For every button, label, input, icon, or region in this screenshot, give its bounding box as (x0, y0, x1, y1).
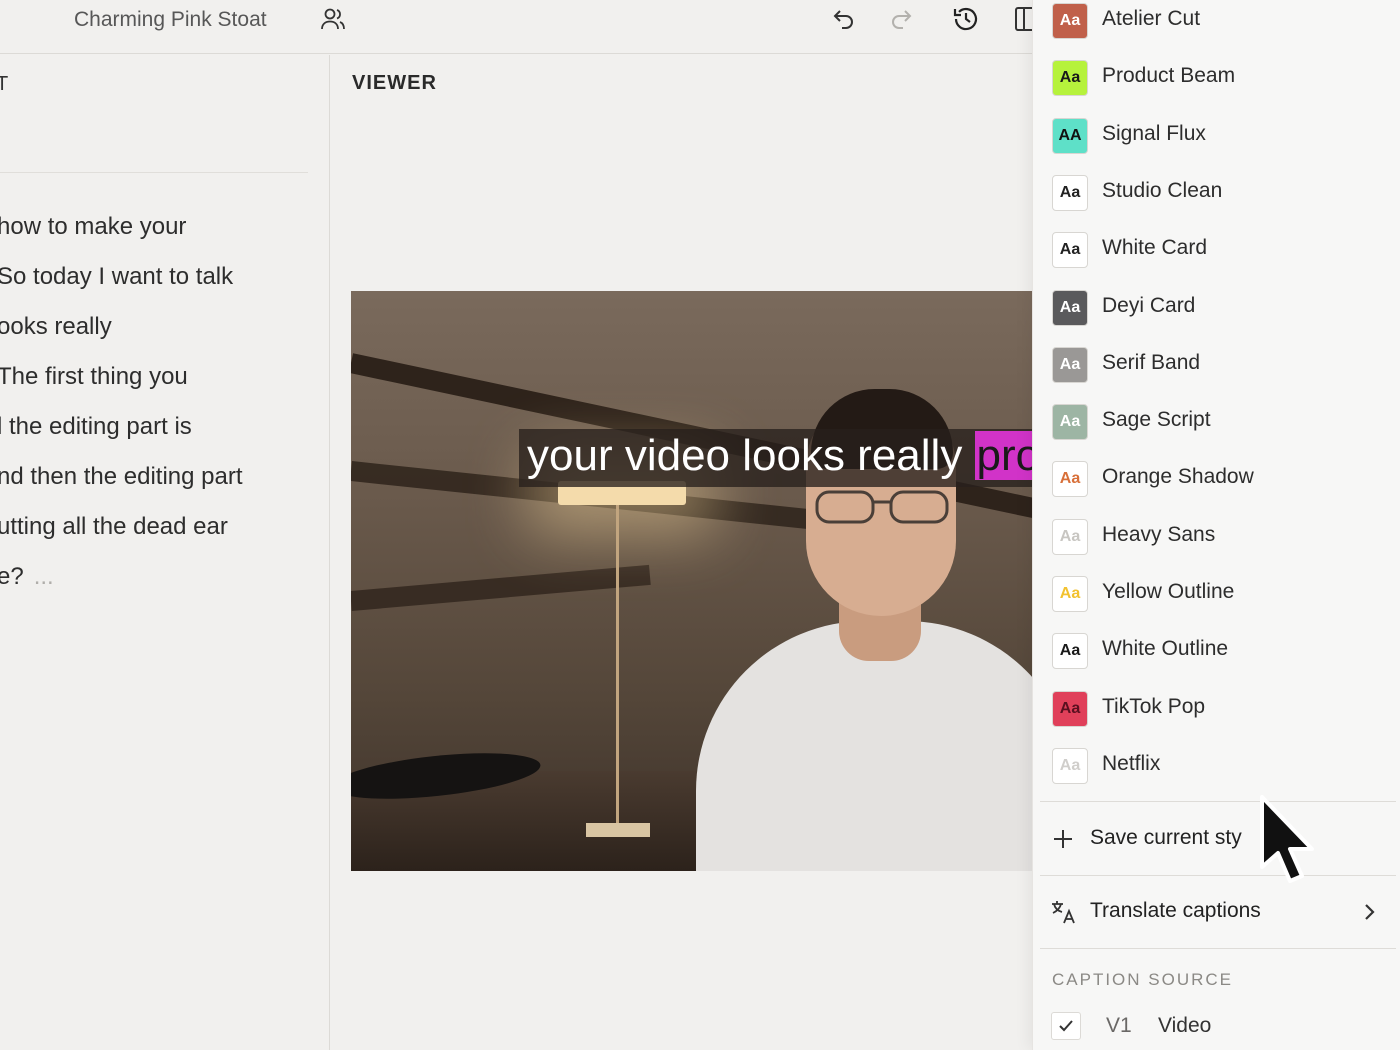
style-name: Sage Script (1102, 408, 1211, 432)
style-option[interactable]: Aa Heavy Sans (1033, 517, 1400, 573)
save-style-label: Save current sty (1090, 826, 1242, 849)
style-swatch-icon: Aa (1052, 404, 1088, 441)
style-name: Product Beam (1102, 64, 1236, 88)
style-swatch-icon: Aa (1052, 690, 1088, 727)
save-style-button[interactable]: Save current sty (1032, 814, 1400, 864)
style-swatch-icon: Aa (1052, 747, 1088, 784)
style-swatch-icon: Aa (1052, 60, 1088, 97)
script-line[interactable]: ooks really (0, 313, 112, 341)
style-option[interactable]: Aa Product Beam (1033, 58, 1400, 114)
lamp-pole (616, 505, 619, 835)
source-name: Video (1158, 1014, 1212, 1037)
redo-icon[interactable] (889, 7, 913, 31)
translate-icon (1050, 899, 1076, 925)
viewer-title: VIEWER (352, 72, 437, 94)
style-name: Netflix (1102, 751, 1161, 775)
caption-source-option[interactable]: V1 Video (1032, 1008, 1400, 1048)
style-option[interactable]: Aa TikTok Pop (1033, 689, 1400, 745)
caption-source-label: CAPTION SOURCE (1052, 970, 1234, 989)
style-name: Serif Band (1102, 350, 1201, 374)
style-swatch-icon: Aa (1052, 461, 1088, 498)
style-name: Studio Clean (1102, 178, 1223, 202)
style-swatch-icon: Aa (1052, 289, 1088, 326)
script-line[interactable]: how to make your (0, 213, 186, 241)
style-name: Orange Shadow (1102, 465, 1254, 489)
checkbox[interactable] (1051, 1012, 1081, 1040)
style-swatch-icon: Aa (1052, 232, 1088, 269)
style-swatch-icon: AA (1052, 117, 1088, 154)
style-option[interactable]: Aa Orange Shadow (1033, 459, 1400, 515)
source-track: V1 (1106, 1014, 1132, 1037)
style-option[interactable]: Aa Serif Band (1033, 345, 1400, 401)
style-name: Signal Flux (1102, 121, 1206, 145)
users-icon[interactable] (320, 7, 346, 31)
more-indicator: ... (33, 563, 54, 590)
style-swatch-icon: Aa (1052, 346, 1088, 383)
script-line-text: e? (0, 563, 24, 590)
style-name: Atelier Cut (1102, 7, 1201, 30)
script-line[interactable]: l the editing part is (0, 413, 192, 441)
style-swatch-icon: Aa (1052, 576, 1088, 612)
caption-words: your video looks really (527, 431, 975, 480)
script-panel: T how to make your So today I want to ta… (0, 55, 330, 1050)
plus-icon (1052, 828, 1074, 850)
style-option[interactable]: Aa Studio Clean (1033, 173, 1400, 229)
script-line[interactable]: The first thing you (0, 363, 188, 391)
caption-highlight: pro (974, 431, 1033, 480)
script-panel-header: T (0, 73, 10, 95)
mouse-cursor-icon (1260, 795, 1314, 883)
style-option[interactable]: Aa Sage Script (1033, 402, 1400, 458)
style-swatch-icon: Aa (1052, 174, 1088, 211)
menu-separator (1040, 948, 1396, 949)
style-name: White Outline (1102, 637, 1229, 661)
menu-separator (1040, 801, 1396, 802)
style-option[interactable]: Aa White Card (1033, 230, 1400, 286)
menu-separator (1040, 875, 1396, 876)
project-title[interactable]: Charming Pink Stoat (74, 8, 267, 32)
style-option[interactable]: AA Signal Flux (1033, 116, 1400, 172)
glasses (815, 490, 949, 524)
lamp-base (586, 823, 650, 837)
translate-captions-label: Translate captions (1090, 899, 1261, 922)
style-name: TikTok Pop (1102, 694, 1206, 718)
style-option[interactable]: Aa Deyi Card (1033, 288, 1400, 344)
style-option[interactable]: Aa Atelier Cut (1033, 1, 1400, 57)
style-name: Heavy Sans (1102, 522, 1216, 546)
translate-captions-button[interactable]: Translate captions (1032, 887, 1400, 937)
style-swatch-icon: Aa (1052, 3, 1088, 39)
top-bar: Charming Pink Stoat (0, 0, 1040, 54)
undo-icon[interactable] (832, 7, 856, 31)
style-name: Yellow Outline (1102, 580, 1235, 603)
style-swatch-icon: Aa (1052, 633, 1088, 670)
style-option[interactable]: Aa White Outline (1033, 631, 1400, 687)
caption-text[interactable]: your video looks really pro (527, 431, 1033, 481)
video-preview[interactable]: your video looks really pro (351, 291, 1033, 871)
style-name: White Card (1102, 236, 1208, 260)
style-option[interactable]: Aa Yellow Outline (1033, 574, 1400, 630)
script-line-last[interactable]: e?... (0, 563, 54, 591)
script-line[interactable]: So today I want to talk (0, 263, 233, 291)
script-divider (0, 172, 308, 173)
script-line[interactable]: nd then the editing part (0, 463, 243, 491)
script-line[interactable]: utting all the dead ear (0, 513, 228, 541)
style-name: Deyi Card (1102, 293, 1196, 317)
chevron-right-icon (1362, 902, 1376, 922)
style-option[interactable]: Aa Netflix (1033, 746, 1400, 802)
style-swatch-icon: Aa (1052, 518, 1088, 555)
history-icon[interactable] (952, 5, 980, 33)
wall-beam (351, 564, 651, 611)
panel-icon[interactable] (1014, 6, 1034, 32)
